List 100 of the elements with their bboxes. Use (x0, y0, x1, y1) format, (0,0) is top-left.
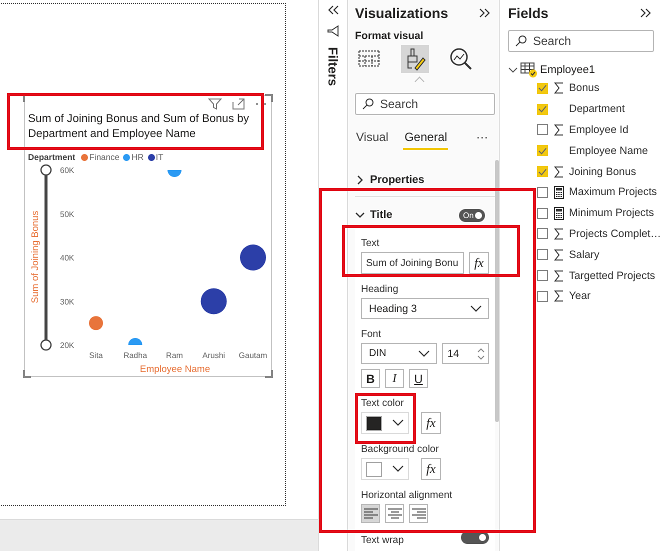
fx-button[interactable]: fx (421, 412, 441, 434)
field-item[interactable]: Maximum Projects (569, 186, 657, 198)
font-dropdown[interactable]: DIN (361, 343, 438, 364)
style-button[interactable]: I (385, 369, 404, 388)
checkbox[interactable] (537, 186, 548, 198)
more-options[interactable]: ··· (476, 130, 488, 144)
field-label: Background color (361, 444, 439, 455)
checkbox[interactable] (537, 228, 548, 240)
search-field[interactable]: Search (508, 30, 654, 52)
filters-title[interactable]: Filters (326, 47, 340, 86)
checkbox[interactable] (537, 104, 548, 115)
search-field[interactable]: Search (355, 93, 495, 115)
sigma-icon (554, 270, 564, 282)
sigma-icon (554, 82, 564, 94)
text-field[interactable]: Sum of Joining Bonu (361, 252, 464, 274)
table-icon (520, 62, 538, 78)
field-item[interactable]: Bonus (569, 82, 600, 94)
x-tick-label: Radha (123, 351, 148, 360)
field-label: Text color (361, 398, 404, 409)
paintbrush-icon[interactable] (401, 45, 429, 73)
field-item[interactable]: Targetted Projects (569, 270, 656, 282)
expand-icon[interactable] (479, 8, 491, 18)
field-label: Font (361, 329, 382, 340)
legend-item[interactable]: HR (123, 152, 144, 162)
caret-icon (418, 350, 430, 358)
legend-item[interactable]: IT (148, 152, 164, 162)
field-item[interactable]: Employee Name (569, 144, 648, 157)
expand-icon[interactable] (640, 8, 652, 18)
legend-title: Department (28, 152, 76, 162)
field-item[interactable]: Employee Id (569, 124, 628, 136)
style-button[interactable]: B (361, 369, 380, 388)
data-point[interactable] (240, 244, 266, 270)
align-right-button[interactable] (409, 504, 428, 523)
scrollbar[interactable] (495, 160, 499, 422)
style-button[interactable]: U (409, 369, 428, 388)
table-node[interactable]: Employee1 (508, 62, 660, 78)
fx-button[interactable]: fx (469, 252, 489, 274)
field-item[interactable]: Joining Bonus (569, 166, 636, 178)
x-tick-label: Sita (89, 351, 103, 360)
y-tick-label: 40K (60, 254, 74, 262)
x-tick-label: Gautam (238, 351, 268, 360)
heading-dropdown[interactable]: Heading 3 (361, 298, 489, 319)
collapse-icon[interactable] (327, 5, 339, 15)
x-axis-title: Employee Name (140, 364, 210, 374)
y-tick-label: 30K (60, 297, 74, 306)
sigma-icon (554, 124, 564, 136)
align-left-button[interactable] (361, 504, 380, 523)
caret-icon (392, 465, 404, 473)
checkbox[interactable] (537, 82, 548, 94)
field-item[interactable]: Salary (569, 248, 600, 261)
field-label: Text wrap (361, 535, 404, 546)
checkbox[interactable] (537, 290, 548, 302)
field-item[interactable]: Department (569, 103, 625, 116)
toggle-switch[interactable]: On (459, 208, 485, 222)
field-label: Heading (361, 284, 398, 295)
pane-subtitle: Format visual (355, 30, 424, 42)
checkbox[interactable] (537, 124, 548, 136)
spinner-icon (477, 346, 485, 360)
calculator-icon (554, 186, 564, 199)
caret-icon (392, 419, 404, 427)
data-point[interactable] (200, 288, 227, 314)
font-size-field[interactable]: 14 (442, 343, 489, 364)
pane-title: Fields (508, 5, 548, 21)
tab[interactable]: Visual (355, 130, 390, 148)
pane-title: Visualizations (355, 5, 448, 21)
visual-frame[interactable]: Sum of Joining Bonus and Sum of Bonus by Department and Employee Name Department Finance HR IT Sum of Joining Bonus 60K 50K 40K 30K 20K Sita Radha Ram Arushi Gautam Employee Name (24, 95, 272, 377)
more-options-icon[interactable] (255, 102, 267, 106)
sigma-icon (554, 290, 564, 302)
field-item[interactable]: Year (569, 290, 591, 302)
checkbox[interactable] (537, 208, 548, 219)
field-item[interactable]: Projects Complet… (569, 228, 660, 240)
y-tick-label: 20K (60, 341, 74, 350)
checkbox[interactable] (537, 166, 548, 178)
filter-icon[interactable] (327, 25, 339, 37)
field-label: Horizontal alignment (361, 490, 452, 501)
tab[interactable]: General (403, 130, 448, 150)
y-axis-title: Sum of Joining Bonus (30, 210, 41, 304)
color-picker[interactable] (361, 412, 409, 434)
search-icon (515, 35, 527, 47)
sigma-icon (554, 166, 564, 178)
x-tick-label: Ram (166, 351, 183, 360)
color-picker[interactable] (361, 458, 409, 480)
focus-mode-icon[interactable] (232, 98, 245, 110)
sigma-icon (554, 248, 564, 261)
zoom-slider[interactable] (40, 164, 52, 351)
align-center-button[interactable] (385, 504, 404, 523)
field-item[interactable]: Minimum Projects (569, 207, 654, 220)
x-tick-label: Arushi (202, 351, 226, 360)
checkbox[interactable] (537, 270, 548, 282)
calculator-icon (554, 206, 564, 220)
field-label: Text (361, 238, 380, 249)
y-tick-label: 60K (60, 166, 74, 175)
section-header[interactable]: Title On (355, 205, 499, 225)
legend-item[interactable]: Finance (81, 152, 120, 162)
visual-title: Sum of Joining Bonus and Sum of Bonus by Department and Employee Name (28, 112, 250, 142)
caret-icon (470, 304, 482, 312)
checkbox[interactable] (537, 249, 548, 260)
checkbox[interactable] (537, 145, 548, 156)
sigma-icon (554, 228, 564, 240)
fx-button[interactable]: fx (421, 458, 441, 480)
